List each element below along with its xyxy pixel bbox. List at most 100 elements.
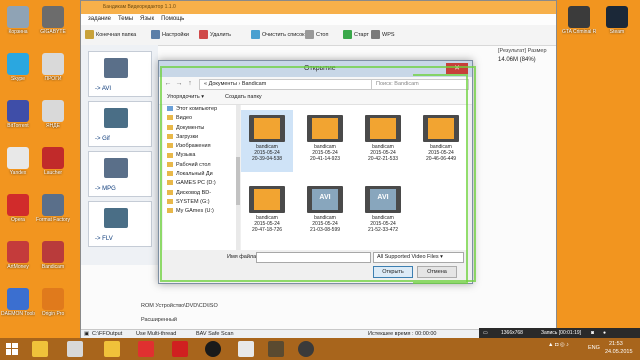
steam-taskbar-icon[interactable] — [298, 341, 314, 357]
folder-icon: ▣ — [84, 331, 90, 337]
taskbar: ▲ ◘ ◎ ♪ ENG 21:53 24.05.2015 — [0, 338, 640, 360]
toolbar-button-5[interactable]: Старт — [343, 30, 369, 40]
mpeg-icon — [104, 158, 128, 178]
windows-start-button[interactable] — [6, 343, 18, 355]
desktop-item-b0[interactable]: GIGABYTE — [36, 6, 70, 35]
desktop-item-b1[interactable]: ПРОГИ — [36, 53, 70, 82]
desktop-item-b3[interactable]: Laucher — [36, 147, 70, 176]
toolbar-button-0[interactable]: Конечная папка — [85, 30, 136, 40]
opera-taskbar-icon[interactable] — [172, 341, 188, 357]
bandicam-taskbar-icon[interactable] — [205, 341, 221, 357]
clock-date[interactable]: 24.05.2015 — [605, 349, 633, 355]
output-path[interactable]: C:\FFOutput — [92, 331, 122, 337]
camera-icon[interactable]: ◙ — [591, 328, 594, 338]
desktop-item-6[interactable]: DAEMON Tools Lite — [1, 288, 35, 317]
desktop-item-1-label: Skype — [11, 76, 25, 82]
desktop-item-4[interactable]: Opera — [1, 194, 35, 223]
monitor-icon: ▭ — [483, 330, 488, 336]
desktop-item-r0[interactable]: GTA Criminal Russia — [562, 6, 596, 35]
clock-time[interactable]: 21:53 — [609, 341, 623, 347]
column-result[interactable]: [Результат] Размер — [498, 48, 547, 54]
desktop-item-b1-label: ПРОГИ — [44, 76, 62, 82]
record-dot-icon[interactable]: ● — [603, 328, 606, 338]
language-indicator[interactable]: ENG — [588, 345, 600, 351]
app-title: Бандикам Видеоредактор 1.1.0 — [103, 4, 176, 10]
gif-icon — [104, 108, 128, 128]
desktop-item-0-label: Корзина — [8, 29, 28, 35]
advanced-item[interactable]: Расширенный — [141, 317, 177, 323]
desktop-item-3-icon — [7, 147, 29, 169]
desktop-item-r0-label: GTA Criminal Russia — [562, 29, 596, 35]
menu-item-3[interactable]: Помощь — [161, 16, 184, 22]
recording-bar: ▭ 1366x768 Запись [00:01:19] ◙ ● — [479, 328, 640, 338]
desktop-item-0[interactable]: Корзина — [1, 6, 35, 35]
format-flv-button[interactable]: -> FLV — [88, 201, 152, 247]
app-titlebar[interactable]: Бандикам Видеоредактор 1.1.0 — [81, 1, 556, 14]
toolbar-icon-1 — [151, 30, 160, 40]
toolbar-label-4: Стоп — [316, 32, 329, 38]
toolbar-button-1[interactable]: Настройки — [151, 30, 189, 40]
toolbar-button-6[interactable]: WPS — [371, 30, 395, 40]
game-taskbar-icon[interactable] — [268, 341, 284, 357]
desktop-item-5-icon — [7, 241, 29, 263]
multithread-checkbox[interactable]: Use Multi-thread — [136, 331, 176, 337]
format-gif-button[interactable]: -> Gif — [88, 101, 152, 147]
desktop-item-4-icon — [7, 194, 29, 216]
desktop-item-b5[interactable]: Bandicam — [36, 241, 70, 270]
desktop-item-b4-label: Format Factory — [36, 217, 70, 223]
highlight-frame — [413, 74, 468, 284]
film-icon — [104, 58, 128, 78]
desktop-item-b2-label: ЯНДЕ — [46, 123, 60, 129]
desktop-item-5[interactable]: ArtMoney — [1, 241, 35, 270]
yandex-taskbar-icon[interactable] — [138, 341, 154, 357]
desktop-item-r1[interactable]: Steam — [600, 6, 634, 35]
desktop-item-b2[interactable]: ЯНДЕ — [36, 100, 70, 129]
desktop-item-3[interactable]: Yandex — [1, 147, 35, 176]
menu-item-0[interactable]: задание — [88, 16, 111, 22]
desktop-item-2-icon — [7, 100, 29, 122]
format-mpg-button[interactable]: -> MPG — [88, 151, 152, 197]
doc-taskbar-icon[interactable] — [238, 341, 254, 357]
desktop-item-r1-label: Steam — [609, 29, 625, 35]
tray-icons[interactable]: ▲ ◘ ◎ ♪ — [548, 342, 569, 348]
format-avi-button[interactable]: -> AVI — [88, 51, 152, 97]
toolbar-button-4[interactable]: Стоп — [305, 30, 328, 40]
toolbar-icon-6 — [371, 30, 380, 40]
desktop-item-b1-icon — [42, 53, 64, 75]
toolbar-icon-3 — [251, 30, 260, 40]
desktop-item-4-label: Opera — [11, 217, 25, 223]
desktop-item-b5-icon — [42, 241, 64, 263]
desktop-item-b6[interactable]: Origin Pro — [36, 288, 70, 317]
flv-icon — [104, 208, 128, 228]
desktop-item-1[interactable]: Skype — [1, 53, 35, 82]
menu-item-1[interactable]: Темы — [118, 16, 133, 22]
desktop-item-b4[interactable]: Format Factory — [36, 194, 70, 223]
ie-taskbar-icon[interactable] — [67, 341, 83, 357]
toolbar-label-2: Удалить — [210, 32, 231, 38]
rom-device-item[interactable]: ROM Устройство\DVD\CD\ISO — [141, 303, 218, 309]
recording-status: Запись [00:01:19] — [541, 330, 582, 336]
bav-checkbox[interactable]: BAV Safe Scan — [196, 331, 234, 337]
explorer-taskbar-icon[interactable] — [32, 341, 48, 357]
toolbar-label-6: WPS — [382, 32, 395, 38]
desktop-item-3-label: Yandex — [9, 170, 27, 176]
toolbar-label-1: Настройки — [162, 32, 189, 38]
windows-logo-icon — [6, 343, 18, 355]
toolbar-icon-5 — [343, 30, 352, 40]
toolbar-icon-4 — [305, 30, 314, 40]
desktop-item-b6-label: Origin Pro — [41, 311, 65, 317]
toolbar-button-2[interactable]: Удалить — [199, 30, 231, 40]
desktop-item-2[interactable]: BitTorrent — [1, 100, 35, 129]
desktop-item-b0-label: GIGABYTE — [40, 29, 66, 35]
desktop-item-b2-icon — [42, 100, 64, 122]
desktop-item-6-label: DAEMON Tools Lite — [1, 311, 35, 317]
desktop-item-r1-icon — [606, 6, 628, 28]
format-panel: -> AVI -> Gif -> MPG -> FLV — [81, 45, 158, 265]
desktop-item-2-label: BitTorrent — [7, 123, 29, 129]
folder-taskbar-icon[interactable] — [104, 341, 120, 357]
toolbar-button-3[interactable]: Очистить список — [251, 30, 305, 40]
resolution-label: 1366x768 — [501, 330, 523, 336]
desktop-item-1-icon — [7, 53, 29, 75]
desktop-item-b6-icon — [42, 288, 64, 310]
menu-item-2[interactable]: Язык — [140, 16, 154, 22]
